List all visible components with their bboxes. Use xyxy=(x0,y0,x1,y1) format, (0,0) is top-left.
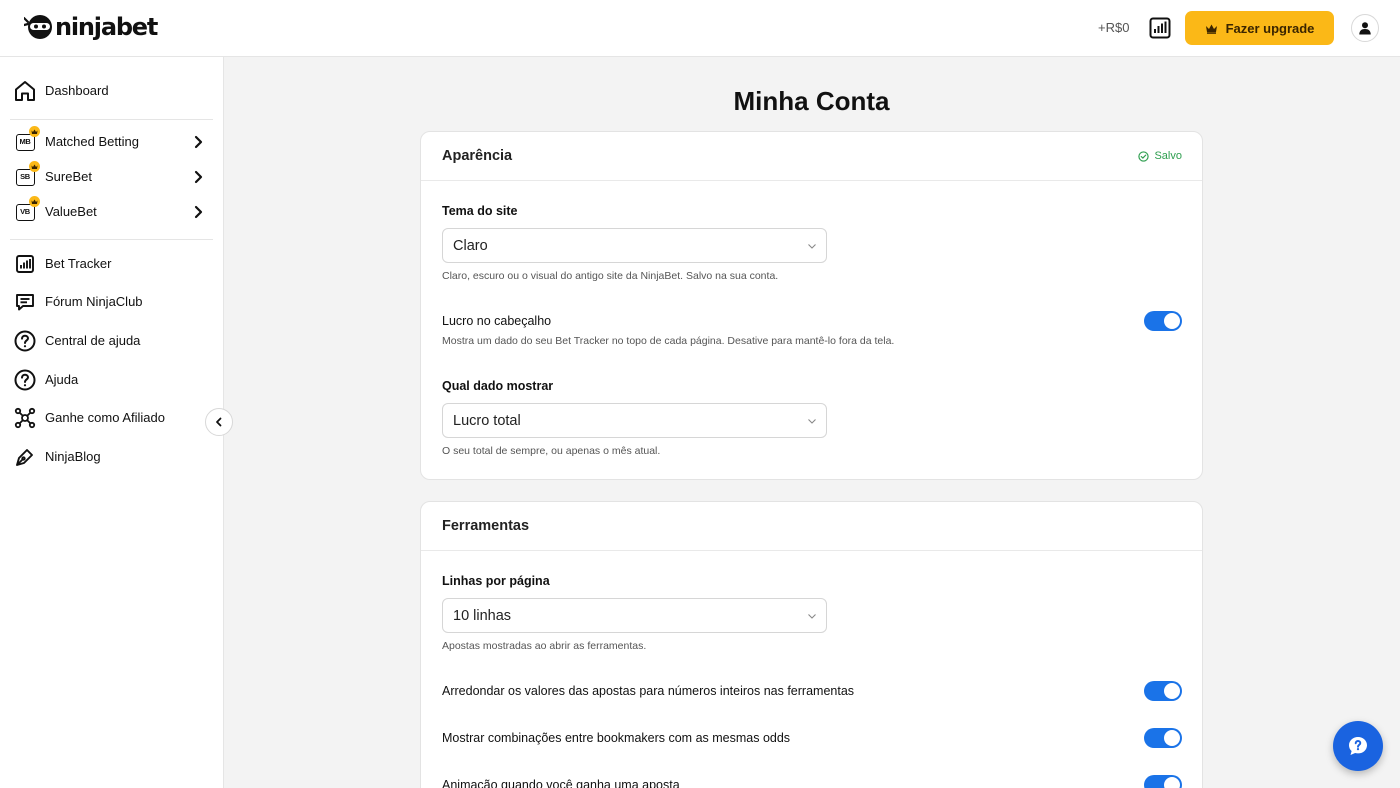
header-profit[interactable]: +R$0 xyxy=(1098,20,1129,36)
chevron-down-icon xyxy=(808,614,816,619)
combos-toggle[interactable] xyxy=(1144,728,1182,748)
sidebar-item-label: NinjaBlog xyxy=(45,449,101,464)
logo-text: ninjabet xyxy=(55,13,158,41)
home-icon xyxy=(14,80,36,102)
chevron-right-icon xyxy=(194,135,203,149)
data-help: O seu total de sempre, ou apenas o mês a… xyxy=(442,445,661,457)
chevron-left-icon xyxy=(216,417,222,427)
mb-badge-icon: MB xyxy=(14,126,40,153)
toggle-knob xyxy=(1164,777,1180,788)
question-bubble-icon xyxy=(1349,737,1367,755)
crown-icon xyxy=(29,126,40,137)
theme-label: Tema do site xyxy=(442,204,518,218)
rows-select[interactable]: 10 linhas xyxy=(442,598,827,633)
check-circle-icon xyxy=(1138,150,1150,162)
question-circle-icon xyxy=(14,369,36,391)
card-title: Aparência xyxy=(442,148,513,164)
bar-chart-icon xyxy=(14,253,36,275)
saved-label: Salvo xyxy=(1154,150,1182,162)
page-title: Minha Conta xyxy=(733,86,890,116)
ninjabet-logo[interactable]: ninjabet xyxy=(24,12,158,42)
animation-toggle[interactable] xyxy=(1144,775,1182,788)
chevron-right-icon xyxy=(194,170,203,184)
toggle-knob xyxy=(1164,313,1180,329)
rows-label: Linhas por página xyxy=(442,574,550,588)
upgrade-label: Fazer upgrade xyxy=(1225,20,1315,36)
tools-card-header: Ferramentas xyxy=(421,502,1202,551)
sidebar-item-bet-tracker[interactable]: Bet Tracker xyxy=(14,251,210,277)
question-circle-icon xyxy=(14,330,36,352)
top-header: ninjabet +R$0 Fazer upgrade xyxy=(0,0,1400,57)
data-value: Lucro total xyxy=(453,413,521,429)
sidebar-item-dashboard[interactable]: Dashboard xyxy=(14,78,210,104)
sidebar: Dashboard MB Matched Betting SB SureBet … xyxy=(0,57,224,788)
sidebar-item-forum-ninjaclub[interactable]: Fórum NinjaClub xyxy=(14,289,210,315)
sidebar-item-label: Matched Betting xyxy=(45,134,139,149)
card-title: Ferramentas xyxy=(442,518,530,534)
collapse-sidebar-button[interactable] xyxy=(205,408,233,436)
rows-value: 10 linhas xyxy=(453,608,512,624)
sidebar-item-label: Dashboard xyxy=(45,83,109,98)
sidebar-item-ajuda[interactable]: Ajuda xyxy=(14,367,210,393)
sidebar-item-matched-betting[interactable]: MB Matched Betting xyxy=(14,126,210,155)
sidebar-item-label: SureBet xyxy=(45,169,92,184)
rows-help: Apostas mostradas ao abrir as ferramenta… xyxy=(442,640,647,652)
chevron-right-icon xyxy=(194,205,203,219)
crown-icon xyxy=(29,161,40,172)
round-label: Arredondar os valores das apostas para n… xyxy=(442,684,855,698)
upgrade-button[interactable]: Fazer upgrade xyxy=(1185,11,1334,45)
tools-card: Ferramentas Linhas por página 10 linhas … xyxy=(420,501,1203,788)
toggle-knob xyxy=(1164,730,1180,746)
sidebar-divider xyxy=(10,239,213,240)
header-profit-toggle[interactable] xyxy=(1144,311,1182,331)
animation-label: Animação quando você ganha uma aposta xyxy=(442,778,680,788)
header-profit-help: Mostra um dado do seu Bet Tracker no top… xyxy=(442,335,895,347)
header-profit-label: Lucro no cabeçalho xyxy=(442,314,552,328)
help-chat-button[interactable] xyxy=(1333,721,1383,771)
sidebar-divider xyxy=(10,119,213,120)
sidebar-item-ganhe-como-afiliado[interactable]: Ganhe como Afiliado xyxy=(14,405,210,431)
sidebar-item-label: Ajuda xyxy=(45,372,79,387)
sb-badge-icon: SB xyxy=(14,161,40,188)
appearance-card-header: Aparência Salvo xyxy=(421,132,1202,181)
round-toggle[interactable] xyxy=(1144,681,1182,701)
ninja-mask-icon xyxy=(24,15,52,39)
data-select[interactable]: Lucro total xyxy=(442,403,827,438)
crown-icon xyxy=(1205,24,1217,34)
chevron-down-icon xyxy=(808,419,816,424)
saved-status: Salvo xyxy=(1138,149,1182,163)
theme-select[interactable]: Claro xyxy=(442,228,827,263)
pen-icon xyxy=(14,446,36,468)
sidebar-item-label: Ganhe como Afiliado xyxy=(45,410,165,425)
toggle-knob xyxy=(1164,683,1180,699)
data-label: Qual dado mostrar xyxy=(442,379,554,393)
combos-label: Mostrar combinações entre bookmakers com… xyxy=(442,731,791,745)
sidebar-item-label: ValueBet xyxy=(45,204,97,219)
theme-value: Claro xyxy=(453,238,488,254)
chat-icon xyxy=(14,291,36,313)
theme-help: Claro, escuro ou o visual do antigo site… xyxy=(442,270,779,282)
sidebar-item-label: Central de ajuda xyxy=(45,333,141,348)
sidebar-item-ninjablog[interactable]: NinjaBlog xyxy=(14,444,210,470)
vb-badge-icon: VB xyxy=(14,196,40,223)
sidebar-item-label: Fórum NinjaClub xyxy=(45,294,143,309)
sidebar-item-label: Bet Tracker xyxy=(45,256,112,271)
chevron-down-icon xyxy=(808,244,816,249)
sidebar-item-central-de-ajuda[interactable]: Central de ajuda xyxy=(14,328,210,354)
affiliate-icon xyxy=(14,407,36,429)
bet-tracker-chart-icon[interactable] xyxy=(1148,16,1172,40)
appearance-card: Aparência Salvo Tema do site Claro Claro… xyxy=(420,131,1203,480)
crown-icon xyxy=(29,196,40,207)
sidebar-item-valuebet[interactable]: VB ValueBet xyxy=(14,196,210,225)
user-icon xyxy=(1359,22,1371,35)
user-avatar[interactable] xyxy=(1351,14,1379,42)
sidebar-item-surebet[interactable]: SB SureBet xyxy=(14,161,210,190)
